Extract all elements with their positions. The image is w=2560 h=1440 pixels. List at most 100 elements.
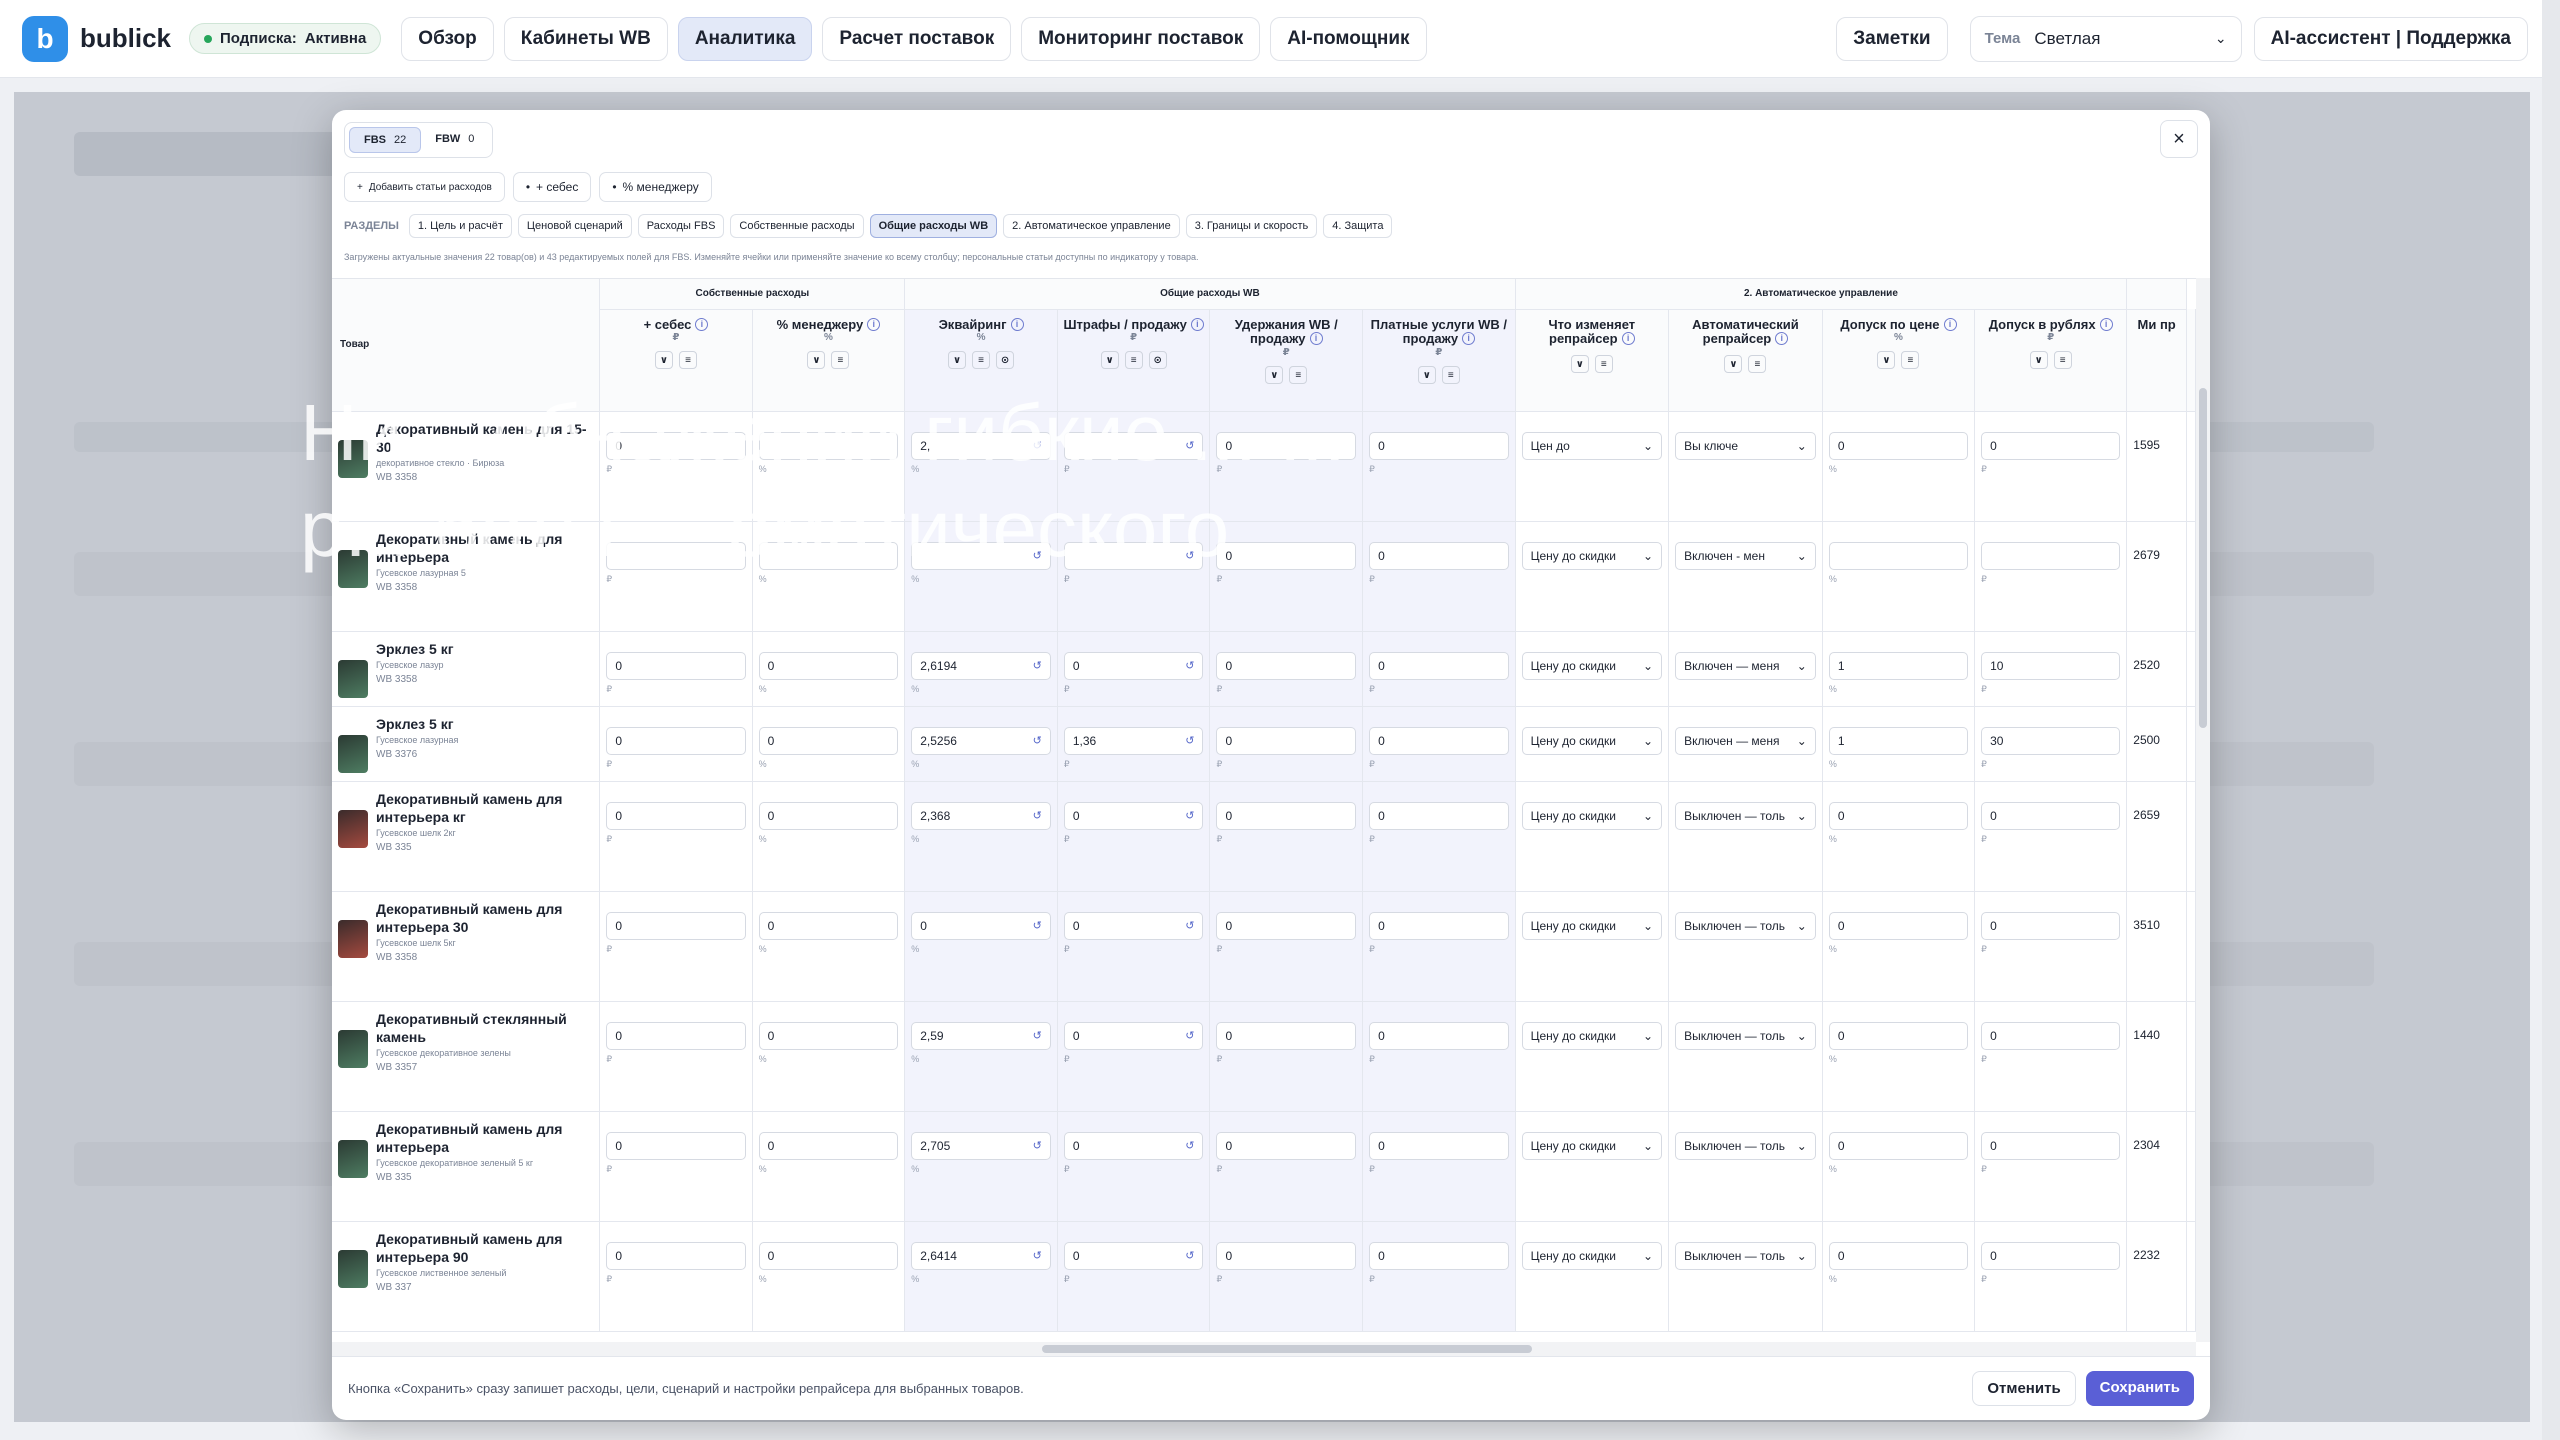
select-changes[interactable]: Цену до скидки ⌄ — [1521, 911, 1663, 940]
input-manager[interactable]: 0 — [758, 1131, 899, 1160]
refresh-icon[interactable]: ↺ — [1185, 809, 1194, 822]
input-hold[interactable]: 0 — [1216, 1241, 1357, 1270]
refresh-icon[interactable]: ↺ — [1185, 1139, 1194, 1152]
select-changes[interactable]: Цену до скидки ⌄ — [1521, 1021, 1663, 1050]
input-paid[interactable]: 0 — [1369, 541, 1509, 570]
input-tol_rub[interactable]: 0 — [1981, 801, 2121, 830]
select-auto[interactable]: Выключен — толь ⌄ — [1675, 801, 1816, 830]
input-sebes[interactable]: 0 — [606, 1131, 746, 1160]
input-fines[interactable]: 0 ↺ — [1063, 1241, 1204, 1270]
select-changes[interactable]: Цену до скидки ⌄ — [1521, 1241, 1663, 1270]
reset-icon[interactable]: ⊙ — [1148, 351, 1167, 370]
product-name[interactable]: Декоративный камень для 15-30 — [376, 420, 593, 456]
chevron-down-icon[interactable]: ∨ — [654, 351, 673, 370]
input-sebes[interactable]: 0 — [606, 911, 746, 940]
nav-item[interactable]: AI-помощник — [1270, 16, 1427, 61]
chevron-down-icon[interactable]: ∨ — [948, 351, 967, 370]
product-name[interactable]: Декоративный камень для интерьера кг — [376, 790, 593, 826]
input-tol_rub[interactable]: 0 — [1981, 431, 2121, 460]
input-manager[interactable]: 0 — [758, 651, 899, 680]
input-sebes[interactable]: 0 — [606, 726, 746, 755]
close-icon[interactable]: × — [2160, 120, 2198, 158]
section-tab[interactable]: 4. Защита — [1323, 214, 1393, 238]
input-tol_rub[interactable] — [1981, 541, 2121, 570]
select-auto[interactable]: Включен — меня ⌄ — [1675, 726, 1816, 755]
input-sebes[interactable]: 0 — [606, 801, 746, 830]
product-name[interactable]: Декоративный камень для интерьера 30 — [376, 900, 593, 936]
nav-item[interactable]: Обзор — [401, 16, 494, 61]
input-paid[interactable]: 0 — [1369, 431, 1509, 460]
info-icon[interactable]: i — [1621, 332, 1635, 346]
notes-button[interactable]: Заметки — [1836, 16, 1948, 61]
save-button[interactable]: Сохранить — [2085, 1371, 2194, 1406]
input-manager[interactable]: 0 — [758, 911, 899, 940]
refresh-icon[interactable]: ↺ — [1033, 919, 1042, 932]
select-changes[interactable]: Цен до ⌄ — [1521, 431, 1663, 460]
refresh-icon[interactable]: ↺ — [1033, 1249, 1042, 1262]
manager-percent-button[interactable]: • % менеджеру — [599, 172, 712, 202]
tab-fbs[interactable]: FBS 22 — [349, 127, 422, 153]
input-tol_rub[interactable]: 0 — [1981, 1131, 2121, 1160]
page-scrollbar[interactable] — [2542, 0, 2560, 1440]
input-fines[interactable]: 0 ↺ — [1063, 1021, 1204, 1050]
input-hold[interactable]: 0 — [1216, 1021, 1357, 1050]
refresh-icon[interactable]: ↺ — [1185, 734, 1194, 747]
add-sebes-button[interactable]: • + себес — [512, 172, 592, 202]
input-tol_pct[interactable]: 0 — [1828, 801, 1969, 830]
product-name[interactable]: Декоративный камень для интерьера — [376, 530, 593, 566]
refresh-icon[interactable]: ↺ — [1033, 549, 1042, 562]
input-paid[interactable]: 0 — [1369, 801, 1509, 830]
refresh-icon[interactable]: ↺ — [1185, 919, 1194, 932]
input-tol_rub[interactable]: 10 — [1981, 651, 2121, 680]
info-icon[interactable]: i — [1775, 332, 1789, 346]
input-tol_rub[interactable]: 0 — [1981, 1021, 2121, 1050]
input-paid[interactable]: 0 — [1369, 651, 1509, 680]
chevron-down-icon[interactable]: ∨ — [1724, 355, 1743, 374]
refresh-icon[interactable]: ↺ — [1033, 659, 1042, 672]
refresh-icon[interactable]: ↺ — [1185, 439, 1194, 452]
input-sebes[interactable]: 0 — [606, 1241, 746, 1270]
input-paid[interactable]: 0 — [1369, 726, 1509, 755]
nav-item[interactable]: Мониторинг поставок — [1021, 16, 1261, 61]
input-paid[interactable]: 0 — [1369, 1021, 1509, 1050]
input-acq[interactable]: 2,368 ↺ — [911, 801, 1051, 830]
app-logo[interactable]: b — [22, 15, 68, 62]
input-tol_pct[interactable]: 0 — [1828, 431, 1969, 460]
add-expense-button[interactable]: + Добавить статьи расходов — [344, 172, 505, 202]
refresh-icon[interactable]: ↺ — [1185, 1029, 1194, 1042]
input-acq[interactable]: 2,6194 ↺ — [911, 651, 1051, 680]
nav-item[interactable]: Расчет поставок — [822, 16, 1012, 61]
section-tab[interactable]: Ценовой сценарий — [517, 214, 632, 238]
list-icon[interactable]: ≡ — [1901, 351, 1920, 370]
input-tol_pct[interactable]: 0 — [1828, 911, 1969, 940]
tab-fbw[interactable]: FBW 0 — [421, 127, 488, 153]
select-changes[interactable]: Цену до скидки ⌄ — [1521, 1131, 1663, 1160]
input-hold[interactable]: 0 — [1216, 541, 1357, 570]
info-icon[interactable]: i — [1010, 317, 1024, 331]
reset-icon[interactable]: ⊙ — [996, 351, 1015, 370]
select-changes[interactable]: Цену до скидки ⌄ — [1521, 651, 1663, 680]
info-icon[interactable]: i — [695, 317, 709, 331]
info-icon[interactable]: i — [1309, 332, 1323, 346]
info-icon[interactable]: i — [2099, 317, 2113, 331]
input-tol_pct[interactable] — [1828, 541, 1969, 570]
input-hold[interactable]: 0 — [1216, 651, 1357, 680]
input-paid[interactable]: 0 — [1369, 1131, 1509, 1160]
input-acq[interactable]: 0 ↺ — [911, 911, 1051, 940]
nav-item[interactable]: Аналитика — [677, 16, 813, 61]
input-tol_pct[interactable]: 0 — [1828, 1241, 1969, 1270]
info-icon[interactable]: i — [1943, 317, 1957, 331]
chevron-down-icon[interactable]: ∨ — [1877, 351, 1896, 370]
info-icon[interactable]: i — [867, 317, 881, 331]
input-acq[interactable]: 2,705 ↺ — [911, 1131, 1051, 1160]
input-tol_rub[interactable]: 0 — [1981, 1241, 2121, 1270]
input-acq[interactable]: 2,6414 ↺ — [911, 1241, 1051, 1270]
vertical-scrollbar[interactable] — [2196, 278, 2210, 1342]
input-acq[interactable]: 2, ↺ — [911, 431, 1051, 460]
chevron-down-icon[interactable]: ∨ — [2029, 351, 2048, 370]
select-changes[interactable]: Цену до скидки ⌄ — [1521, 801, 1663, 830]
input-acq[interactable]: 2,5256 ↺ — [911, 726, 1051, 755]
list-icon[interactable]: ≡ — [1441, 366, 1460, 385]
chevron-down-icon[interactable]: ∨ — [1100, 351, 1119, 370]
list-icon[interactable]: ≡ — [1289, 366, 1308, 385]
